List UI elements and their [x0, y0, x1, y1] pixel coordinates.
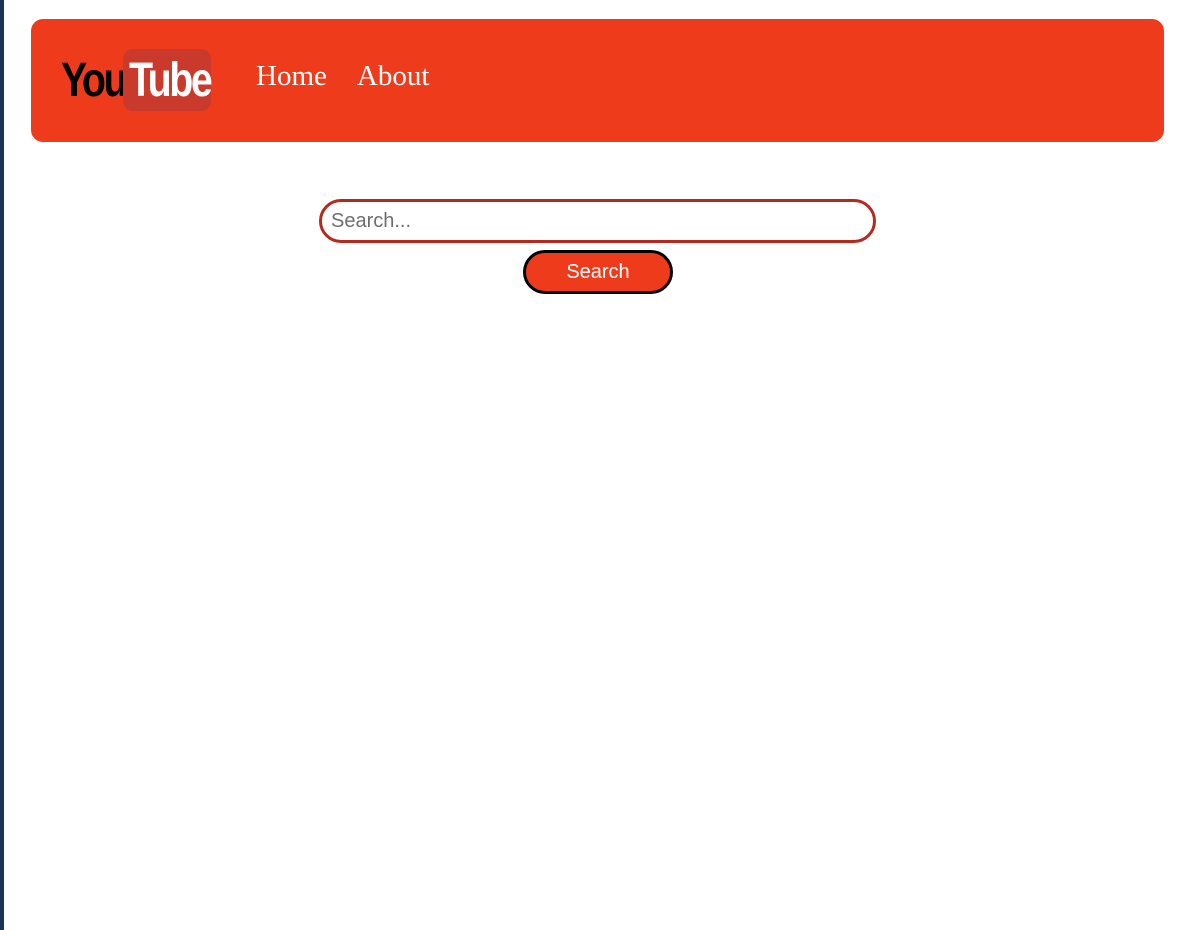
logo-tube-box: Tube [123, 49, 213, 111]
search-input[interactable] [319, 199, 876, 243]
nav-link-about[interactable]: About [357, 56, 430, 96]
main-nav: Home About [256, 56, 429, 96]
logo-word-you: You [61, 54, 127, 107]
logo-word-tube: Tube [129, 54, 213, 107]
search-button[interactable]: Search [523, 250, 673, 294]
nav-link-home[interactable]: Home [256, 56, 327, 96]
window-left-edge [0, 0, 4, 930]
youtube-logo[interactable]: You Tube [61, 49, 213, 111]
site-header: You Tube Home About [31, 19, 1164, 142]
